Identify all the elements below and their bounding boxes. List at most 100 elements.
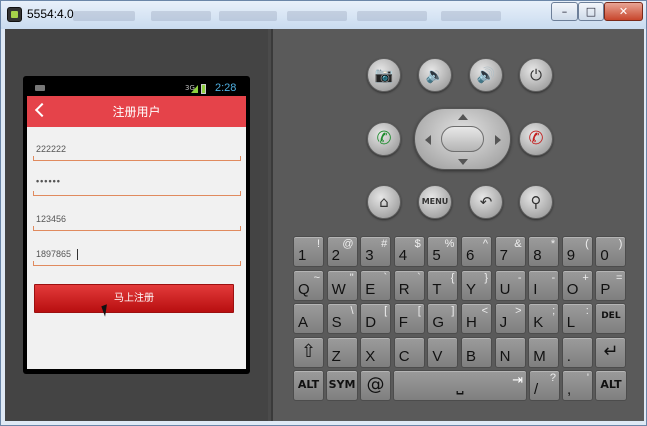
shift-key[interactable]: ⇧ <box>293 336 324 368</box>
controls-panel: 📷 🔉 🔊 ⏻ ✆ ✆ ⌂ MENU ↶ ⚲ 1! 2 @3 #4 $5% 6 ^ 7 & 8 * 9… <box>271 29 644 421</box>
key-b[interactable]: B <box>461 336 492 368</box>
key-x[interactable]: X <box>360 336 392 368</box>
key-4[interactable]: 4 $ <box>393 236 425 267</box>
text-caret <box>77 249 78 260</box>
key-l[interactable]: L: <box>561 303 593 334</box>
space-icon: ⎵ <box>456 374 464 395</box>
key-9[interactable]: 9( <box>561 236 593 267</box>
volume-down-button[interactable]: 🔉 <box>418 58 452 92</box>
key-o[interactable]: O + <box>561 269 593 301</box>
blurred-region <box>73 11 135 21</box>
key-1[interactable]: 1! <box>293 236 324 267</box>
power-icon: ⏻ <box>530 66 542 84</box>
key-i[interactable]: I- <box>528 269 560 301</box>
key-p[interactable]: P = <box>595 269 627 301</box>
call-button[interactable]: ✆ <box>367 122 401 156</box>
space-key[interactable]: ⎵ ⇥ <box>393 370 527 401</box>
period-key[interactable]: . <box>561 336 593 368</box>
key-a[interactable]: A <box>293 303 324 334</box>
title-bar: 5554:4.0 – □ ✕ <box>1 1 646 29</box>
key-7[interactable]: 7 & <box>494 236 526 267</box>
search-button[interactable]: ⚲ <box>519 185 553 219</box>
password-field[interactable]: •••••• <box>33 176 241 196</box>
close-button[interactable]: ✕ <box>604 2 643 21</box>
hardware-keyboard: 1! 2 @3 #4 $5% 6 ^ 7 & 8 * 9(0) Q ~ W " E ` R ` T{Y} U - I - O + P =… <box>293 236 629 402</box>
blurred-region <box>441 11 501 21</box>
key-u[interactable]: U- <box>494 269 526 301</box>
back-button[interactable]: ↶ <box>469 185 503 219</box>
key-f[interactable]: F[ <box>393 303 425 334</box>
end-call-button[interactable]: ✆ <box>519 122 553 156</box>
maximize-button[interactable]: □ <box>578 2 604 21</box>
app-screen: 注册用户 222222 •••••• 123456 1897865 马上注册 <box>27 96 246 369</box>
key-k[interactable]: K; <box>528 303 560 334</box>
device-panel: 3G 2:28 注册用户 222222 •••••• 123456 189786… <box>5 29 268 421</box>
android-app-icon <box>7 7 22 22</box>
camera-button[interactable]: 📷 <box>367 58 401 92</box>
key-g[interactable]: G] <box>427 303 459 334</box>
menu-button[interactable]: MENU <box>418 185 452 219</box>
key-e[interactable]: E ` <box>360 269 392 301</box>
confirm-field[interactable]: 123456 <box>33 211 241 231</box>
usb-icon <box>35 85 45 91</box>
volume-up-button[interactable]: 🔊 <box>469 58 503 92</box>
key-q[interactable]: Q ~ <box>293 269 324 301</box>
at-key[interactable]: @ <box>360 370 391 401</box>
dpad-left-icon[interactable] <box>425 135 431 145</box>
camera-icon: 📷 <box>374 66 394 84</box>
volume-down-icon: 🔉 <box>425 66 445 84</box>
emulator-window: 5554:4.0 – □ ✕ 3G 2:28 注册用户 222222 •••••… <box>0 0 647 426</box>
key-t[interactable]: T{ <box>427 269 459 301</box>
key-v[interactable]: V <box>427 336 459 368</box>
status-time: 2:28 <box>215 82 237 94</box>
key-y[interactable]: Y} <box>461 269 492 301</box>
dpad-up-icon[interactable] <box>458 114 468 120</box>
page-title: 注册用户 <box>112 105 161 119</box>
phone-field[interactable]: 1897865 <box>33 246 241 266</box>
key-s[interactable]: S \ <box>326 303 358 334</box>
key-6[interactable]: 6 ^ <box>461 236 492 267</box>
key-z[interactable]: Z <box>326 336 358 368</box>
key-2[interactable]: 2 @ <box>326 236 358 267</box>
home-icon: ⌂ <box>379 193 389 211</box>
key-0[interactable]: 0) <box>595 236 627 267</box>
dpad-right-icon[interactable] <box>495 135 501 145</box>
enter-key[interactable]: ↵ <box>595 336 627 368</box>
blurred-region <box>219 11 277 21</box>
key-8[interactable]: 8 * <box>528 236 560 267</box>
dpad[interactable] <box>414 108 511 170</box>
delete-key[interactable]: DEL <box>595 303 627 334</box>
alt-right-key[interactable]: ALT <box>595 370 627 401</box>
username-field[interactable]: 222222 <box>33 141 241 161</box>
dpad-down-icon[interactable] <box>458 159 468 165</box>
slash-key[interactable]: /? <box>529 370 560 401</box>
menu-label: MENU <box>421 197 449 206</box>
confirm-value: 123456 <box>36 214 67 224</box>
key-h[interactable]: H < <box>461 303 492 334</box>
register-button[interactable]: 马上注册 <box>34 284 234 313</box>
call-icon: ✆ <box>376 128 392 149</box>
key-n[interactable]: N <box>494 336 526 368</box>
alt-left-key[interactable]: ALT <box>293 370 324 401</box>
key-j[interactable]: J > <box>494 303 526 334</box>
key-3[interactable]: 3 # <box>360 236 392 267</box>
tab-icon: ⇥ <box>512 372 523 387</box>
signal-icon <box>191 85 198 93</box>
key-w[interactable]: W " <box>326 269 358 301</box>
key-d[interactable]: D[ <box>360 303 392 334</box>
status-bar: 3G 2:28 <box>27 82 246 96</box>
power-button[interactable]: ⏻ <box>519 58 553 92</box>
comma-key[interactable]: , ' <box>562 370 593 401</box>
password-value: •••••• <box>36 176 61 186</box>
home-button[interactable]: ⌂ <box>367 185 401 219</box>
window-title: 5554:4.0 <box>27 7 74 21</box>
key-5[interactable]: 5% <box>427 236 459 267</box>
volume-up-icon: 🔊 <box>476 66 496 84</box>
key-c[interactable]: C <box>393 336 425 368</box>
key-m[interactable]: M <box>528 336 560 368</box>
sym-key[interactable]: SYM <box>326 370 358 401</box>
username-value: 222222 <box>36 144 67 154</box>
minimize-button[interactable]: – <box>551 2 578 21</box>
dpad-center-button[interactable] <box>441 126 484 152</box>
key-r[interactable]: R ` <box>393 269 425 301</box>
